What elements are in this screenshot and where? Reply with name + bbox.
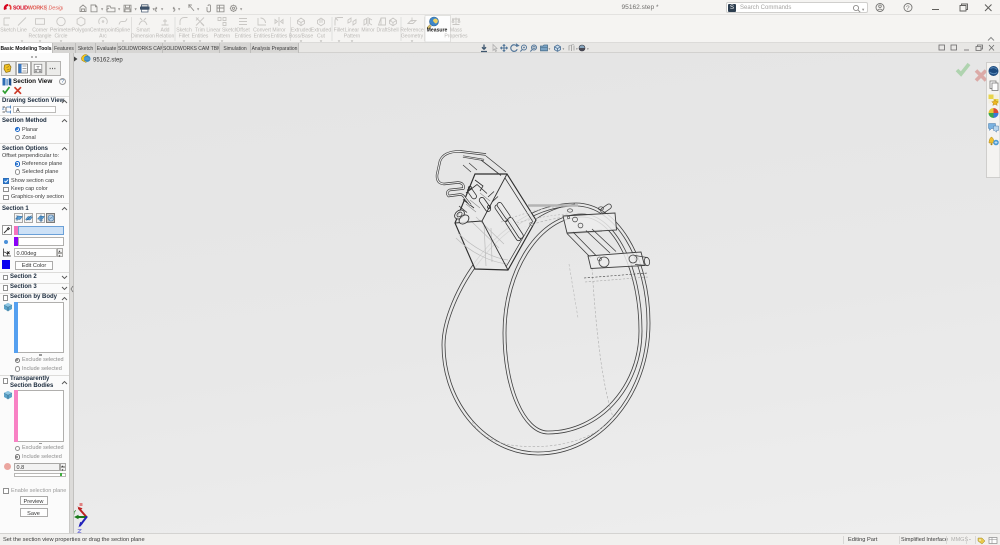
svg-text:▾: ▾ <box>135 6 137 11</box>
svg-text:Fillet: Fillet <box>179 33 190 39</box>
svg-text:▾: ▾ <box>240 6 242 11</box>
svg-text:Rectangle: Rectangle <box>29 33 52 39</box>
svg-text:⋯: ⋯ <box>49 66 56 73</box>
svg-text:Pattern: Pattern <box>214 33 231 39</box>
svg-text:▾: ▾ <box>101 6 103 11</box>
svg-text:95162.step: 95162.step <box>93 58 123 64</box>
svg-text:Relation: Relation <box>156 33 175 39</box>
svg-text:Sketch: Sketch <box>0 28 16 34</box>
svg-text:▾: ▾ <box>862 7 865 12</box>
svg-text:Geometry: Geometry <box>401 33 424 39</box>
svg-text:A: A <box>2 107 5 111</box>
svg-text:▾: ▾ <box>161 6 163 11</box>
svg-text:Spline: Spline <box>116 28 130 34</box>
svg-text:Line: Line <box>17 28 27 34</box>
svg-text:SOLIDWORKS: SOLIDWORKS <box>13 6 47 12</box>
svg-text:▾: ▾ <box>563 47 565 51</box>
svg-text:Shell: Shell <box>387 28 398 34</box>
svg-text:Cut: Cut <box>317 33 326 39</box>
svg-text:Entities: Entities <box>235 33 252 39</box>
svg-text:Pattern: Pattern <box>344 33 361 39</box>
svg-text:▾: ▾ <box>549 47 551 51</box>
svg-text:▾: ▾ <box>178 6 180 11</box>
svg-text:Entities: Entities <box>271 33 288 39</box>
svg-text:▾: ▾ <box>197 6 199 11</box>
svg-text:Polygon: Polygon <box>72 28 91 34</box>
svg-text:Circle: Circle <box>54 33 67 39</box>
svg-text:▾: ▾ <box>118 6 120 11</box>
svg-text:Design: Design <box>49 6 64 12</box>
svg-text:▾: ▾ <box>587 47 589 51</box>
svg-text:Arc: Arc <box>99 33 107 39</box>
svg-text:Dimension: Dimension <box>131 33 155 39</box>
svg-text:Boss/Base: Boss/Base <box>289 33 314 39</box>
svg-text:▾: ▾ <box>153 6 155 11</box>
svg-text:Properties: Properties <box>444 33 468 39</box>
svg-text:Entities: Entities <box>192 33 209 39</box>
svg-text:Mirror: Mirror <box>361 28 375 34</box>
svg-text:?: ? <box>906 5 910 12</box>
svg-text:▾: ▾ <box>576 47 578 51</box>
svg-text:Entities: Entities <box>254 33 271 39</box>
